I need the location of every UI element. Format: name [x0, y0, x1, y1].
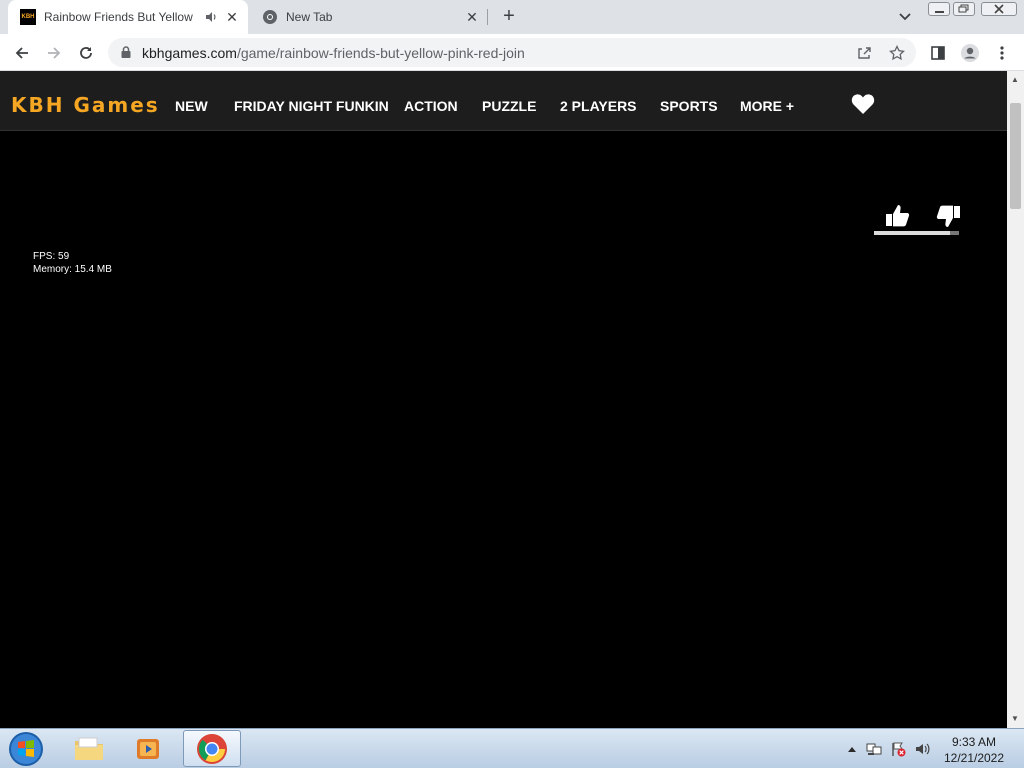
scroll-down-arrow-icon[interactable]: ▼	[1011, 714, 1019, 723]
media-player-icon[interactable]	[120, 730, 178, 767]
memory-readout: Memory: 15.4 MB	[33, 264, 112, 275]
nav-new[interactable]: NEW	[175, 98, 208, 114]
share-icon[interactable]	[854, 43, 874, 63]
fps-readout: FPS: 59	[33, 251, 70, 262]
tab-inactive[interactable]: New Tab ✕	[250, 0, 488, 34]
tab-active[interactable]: KBH Rainbow Friends But Yellow ✕	[8, 0, 248, 34]
network-icon[interactable]	[866, 741, 882, 757]
chrome-icon	[262, 9, 278, 25]
action-center-flag-icon[interactable]	[890, 741, 906, 757]
show-hidden-icons-icon[interactable]	[844, 741, 860, 757]
address-bar[interactable]: kbhgames.com/game/rainbow-friends-but-ye…	[108, 38, 916, 67]
chrome-taskbar-icon[interactable]	[183, 730, 241, 767]
kbh-favicon-icon: KBH	[20, 9, 36, 25]
nav-sports[interactable]: SPORTS	[660, 98, 718, 114]
nav-2-players[interactable]: 2 PLAYERS	[560, 98, 637, 114]
nav-more[interactable]: MORE +	[740, 98, 794, 114]
nav-action[interactable]: ACTION	[404, 98, 458, 114]
vote-ratio-fill	[874, 231, 950, 235]
game-stats: FPS: 59 Memory: 15.4 MB	[33, 250, 112, 276]
thumbs-down-icon[interactable]	[934, 202, 962, 230]
url-text: kbhgames.com/game/rainbow-friends-but-ye…	[142, 45, 525, 61]
chevron-down-icon[interactable]	[896, 8, 914, 26]
nav-friday-night-funkin[interactable]: FRIDAY NIGHT FUNKIN	[234, 98, 389, 114]
thumbs-up-icon[interactable]	[884, 202, 912, 230]
back-arrow-icon[interactable]	[10, 41, 34, 65]
profile-avatar-icon[interactable]	[958, 41, 982, 65]
reload-icon[interactable]	[74, 41, 98, 65]
restore-button[interactable]	[953, 2, 975, 16]
tab-strip: KBH Rainbow Friends But Yellow ✕ New Tab…	[0, 0, 1024, 34]
scroll-up-arrow-icon[interactable]: ▲	[1011, 75, 1019, 84]
tab-title: New Tab	[286, 10, 333, 24]
tab-title: Rainbow Friends But Yellow	[44, 10, 193, 24]
browser-toolbar: kbhgames.com/game/rainbow-friends-but-ye…	[0, 34, 1024, 71]
new-tab-button[interactable]: +	[499, 6, 519, 26]
file-explorer-icon[interactable]	[60, 730, 118, 767]
scrollbar-thumb[interactable]	[1010, 103, 1021, 209]
vote-ratio-bar	[874, 231, 959, 235]
start-button[interactable]	[6, 730, 46, 768]
page-viewport: KBH Games NEW FRIDAY NIGHT FUNKIN ACTION…	[0, 71, 1007, 728]
clock-time: 9:33 AM	[951, 735, 997, 749]
lock-icon[interactable]	[119, 45, 133, 59]
side-panel-icon[interactable]	[926, 41, 950, 65]
site-header: KBH Games NEW FRIDAY NIGHT FUNKIN ACTION…	[0, 71, 1007, 131]
taskbar: 9:33 AM 12/21/2022	[0, 728, 1024, 768]
page-scrollbar[interactable]: ▲ ▼	[1007, 71, 1024, 728]
menu-kebab-icon[interactable]	[990, 41, 1014, 65]
heart-icon[interactable]	[851, 93, 875, 115]
site-logo[interactable]: KBH Games	[11, 93, 160, 117]
close-window-button[interactable]	[981, 2, 1017, 16]
taskbar-clock[interactable]: 9:33 AM 12/21/2022	[936, 734, 1012, 766]
bookmark-star-icon[interactable]	[887, 43, 907, 63]
forward-arrow-icon[interactable]	[42, 41, 66, 65]
clock-date: 12/21/2022	[943, 751, 1005, 765]
volume-icon[interactable]	[914, 741, 930, 757]
speaker-icon[interactable]	[204, 10, 218, 24]
minimize-button[interactable]	[928, 2, 950, 16]
nav-puzzle[interactable]: PUZZLE	[482, 98, 536, 114]
close-tab-icon[interactable]: ✕	[464, 9, 480, 25]
tab-separator	[487, 9, 488, 25]
close-tab-icon[interactable]: ✕	[224, 9, 240, 25]
